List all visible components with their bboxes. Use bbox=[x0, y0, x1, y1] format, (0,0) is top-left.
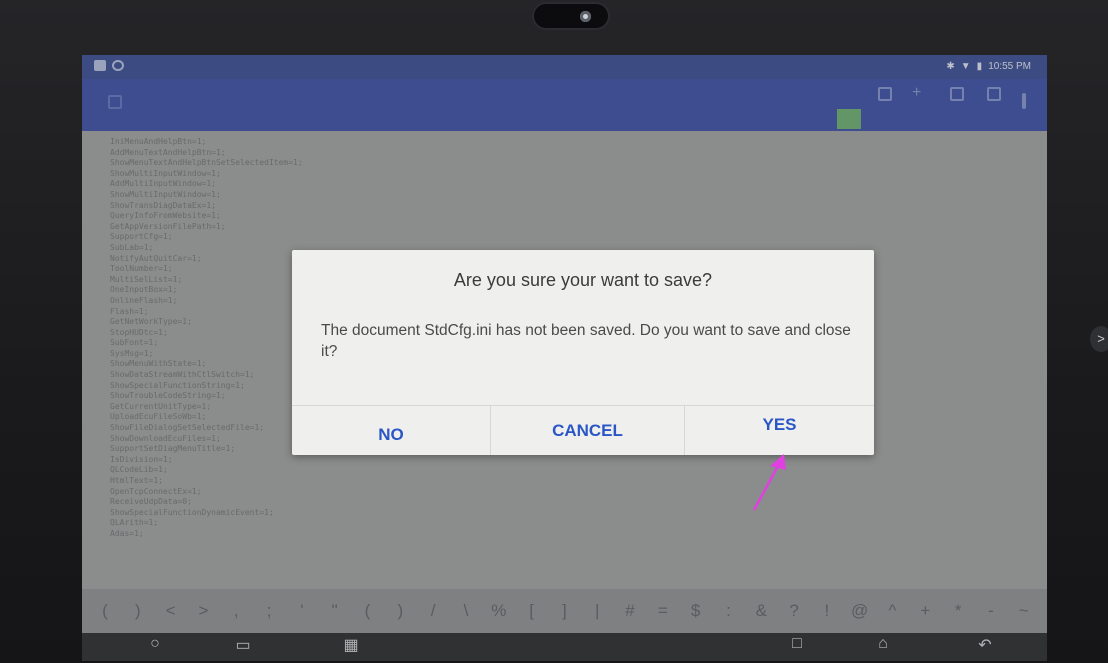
cancel-button[interactable]: CANCEL bbox=[490, 406, 684, 455]
dialog-message: The document StdCfg.ini has not been sav… bbox=[321, 322, 851, 360]
side-panel-chevron-icon[interactable]: > bbox=[1090, 326, 1108, 352]
tablet-screen: ✱ ▼ ▮ 10:55 PM + IniMenuAndHelpBtn=1; Add… bbox=[82, 55, 1047, 661]
annotation-arrow-icon bbox=[752, 454, 786, 511]
save-confirmation-dialog: Are you sure your want to save? The docu… bbox=[292, 250, 874, 455]
camera-lens-icon bbox=[580, 11, 591, 22]
front-camera bbox=[534, 4, 608, 28]
no-button[interactable]: NO bbox=[292, 406, 490, 455]
yes-button[interactable]: YES bbox=[684, 406, 874, 455]
dialog-title: Are you sure your want to save? bbox=[453, 270, 713, 290]
dialog-actions: NO CANCEL YES bbox=[292, 405, 874, 455]
